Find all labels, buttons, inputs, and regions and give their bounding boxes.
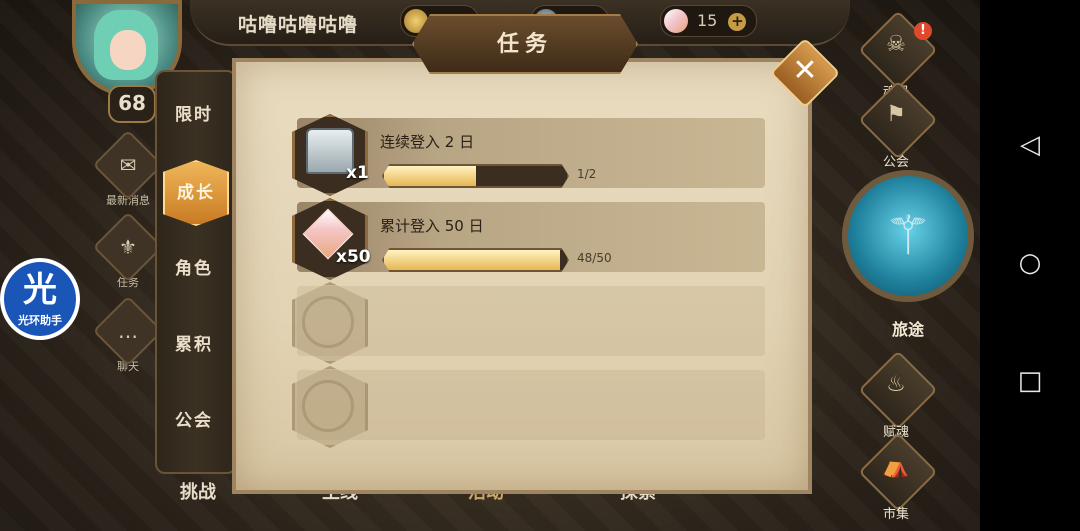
home-icon[interactable]: ○ [980, 248, 1080, 278]
notice-board-icon: ✉ [92, 129, 164, 201]
quest-name: 连续登入 2 日 [380, 133, 475, 151]
crystal-currency: 15 + [660, 5, 758, 37]
helper-app-bubble[interactable]: 光 光环助手 [0, 258, 80, 340]
quest-progress-fill [384, 250, 560, 270]
close-x-icon: ✕ [792, 53, 818, 88]
nav-market[interactable]: ⛺ 市集 [856, 432, 938, 522]
helper-label: 光环助手 [18, 314, 62, 327]
nav-journey[interactable]: ⚚ 旅途 [838, 170, 978, 340]
back-icon[interactable]: ◁ [980, 130, 1080, 160]
quest-progress-fill [384, 166, 476, 186]
tab-character[interactable]: 角色 [163, 238, 225, 300]
panel-title: 任务 [412, 14, 638, 74]
quest-button[interactable]: ⚜ 任务 [92, 211, 164, 292]
game-screen: 咕噜咕噜咕噜 220 815 15 + 68 ✉ 最新消息 ⚜ 任务 … 聊天 … [0, 0, 980, 531]
quest-progress-text: 48/50 [577, 251, 612, 265]
tent-icon: ⛺ [882, 454, 910, 479]
guild-banner-icon: ⚑ [886, 102, 906, 127]
quest-name: 累计登入 50 日 [380, 217, 484, 235]
tab-cumulative[interactable]: 累积 [163, 314, 225, 376]
tab-growth[interactable]: 成长 [163, 160, 229, 226]
reward-qty: x50 [336, 247, 371, 267]
recents-icon[interactable]: □ [980, 366, 1080, 396]
helper-logo-glyph: 光 [23, 270, 57, 310]
spiral-emblem-icon [302, 296, 354, 348]
quest-progress-bar [382, 164, 569, 188]
spiral-emblem-icon [302, 380, 354, 432]
nav-market-label: 市集 [882, 507, 909, 522]
news-button[interactable]: ✉ 最新消息 [92, 129, 164, 210]
crystal-value: 15 [697, 11, 718, 30]
quest-progress-bar [382, 248, 569, 272]
add-crystal-button[interactable]: + [728, 12, 747, 31]
avatar-face [110, 30, 146, 70]
android-nav-bar: ◁ ○ □ [980, 0, 1080, 531]
quest-scroll-icon: ⚜ [92, 211, 164, 283]
reward-qty: x1 [346, 163, 369, 183]
nav-guild[interactable]: ⚑ 公会 [856, 80, 938, 170]
nav-challenge[interactable]: 挑战 [180, 478, 216, 504]
flame-icon: ♨ [886, 372, 906, 397]
alert-badge: ! [914, 22, 932, 40]
nav-journey-label: 旅途 [891, 320, 924, 339]
player-level: 68 [108, 85, 156, 123]
chat-button[interactable]: … 聊天 [92, 295, 164, 376]
tab-limited[interactable]: 限时 [163, 84, 225, 146]
nav-guild-label: 公会 [882, 155, 909, 170]
tab-guild[interactable]: 公会 [163, 390, 225, 452]
nav-soul-infuse[interactable]: ♨ 赋魂 [856, 350, 938, 440]
player-name: 咕噜咕噜咕噜 [238, 14, 359, 36]
trident-emblem-icon: ⚚ [842, 170, 974, 302]
quest-progress-text: 1/2 [577, 167, 597, 181]
crystal-gem-icon [664, 9, 688, 33]
chat-bubble-icon: … [92, 295, 164, 367]
